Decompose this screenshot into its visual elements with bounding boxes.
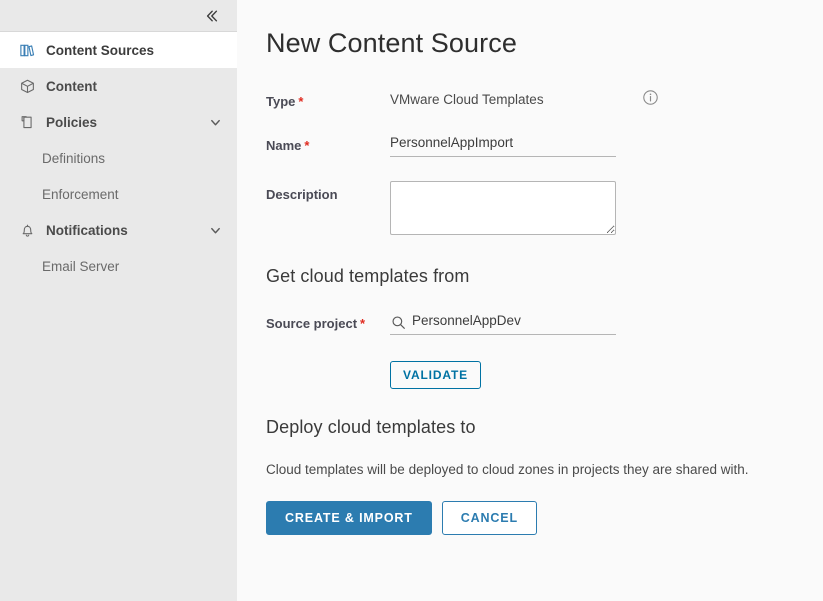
sidebar-item-label: Email Server	[42, 258, 120, 274]
sidebar-item-definitions[interactable]: Definitions	[0, 140, 237, 176]
cancel-button[interactable]: CANCEL	[441, 501, 537, 535]
name-input[interactable]	[390, 132, 616, 157]
chevron-double-left-icon[interactable]	[199, 3, 225, 29]
sidebar-header	[0, 0, 237, 32]
page-title: New Content Source	[266, 28, 517, 58]
new-content-source-form: Type * VMware Cloud Templates Name * Per…	[266, 88, 815, 535]
sidebar-nav: Content Sources Content Policies Definit…	[0, 32, 237, 284]
source-project-control	[390, 310, 815, 335]
section-heading-get-from: Get cloud templates from	[266, 266, 470, 286]
required-marker: *	[298, 94, 304, 109]
validate-button[interactable]: VALIDATE	[390, 361, 482, 389]
create-and-import-button[interactable]: CREATE & IMPORT	[266, 501, 432, 535]
form-actions: CREATE & IMPORT CANCEL	[266, 501, 815, 535]
cube-icon	[18, 77, 36, 95]
sidebar-item-label: Enforcement	[42, 186, 119, 202]
description-textarea[interactable]	[390, 181, 616, 235]
sidebar-item-label: Notifications	[46, 222, 128, 238]
chevron-down-icon[interactable]	[207, 114, 223, 130]
sidebar-item-label: Policies	[46, 114, 98, 130]
search-icon	[390, 314, 406, 330]
description-control	[390, 181, 815, 240]
info-circle-icon[interactable]	[642, 89, 659, 106]
type-value: VMware Cloud Templates	[390, 92, 544, 107]
library-icon	[18, 41, 36, 59]
app-root: Content Sources Content Policies Definit…	[0, 0, 823, 601]
deploy-helper-text: Cloud templates will be deployed to clou…	[266, 462, 749, 477]
sidebar-item-notifications[interactable]: Notifications	[0, 212, 237, 248]
field-row-name: Name *	[266, 132, 815, 157]
sidebar-item-label: Definitions	[42, 150, 106, 166]
policy-document-icon	[18, 113, 36, 131]
sidebar-item-policies[interactable]: Policies	[0, 104, 237, 140]
section-heading-deploy-to: Deploy cloud templates to	[266, 417, 476, 437]
chevron-down-icon[interactable]	[207, 222, 223, 238]
type-value-group: VMware Cloud Templates	[390, 88, 815, 107]
sidebar-item-content[interactable]: Content	[0, 68, 237, 104]
bell-icon	[18, 221, 36, 239]
validate-row: VALIDATE	[266, 361, 815, 389]
required-marker: *	[304, 138, 310, 153]
required-marker: *	[360, 316, 366, 331]
source-project-label: Source project *	[266, 316, 366, 331]
field-row-source-project: Source project *	[266, 310, 815, 335]
validate-spacer	[266, 361, 390, 366]
sidebar-item-label: Content	[46, 78, 97, 94]
name-label: Name *	[266, 138, 310, 153]
field-row-type: Type * VMware Cloud Templates	[266, 88, 815, 110]
main-content: New Content Source Type * VMware Cloud Te…	[237, 0, 823, 601]
field-row-description: Description	[266, 181, 815, 240]
sidebar-item-email-server[interactable]: Email Server	[0, 248, 237, 284]
validate-control: VALIDATE	[390, 361, 815, 389]
source-project-search-wrap[interactable]	[390, 310, 616, 335]
sidebar: Content Sources Content Policies Definit…	[0, 0, 237, 601]
description-label: Description	[266, 187, 338, 202]
sidebar-item-content-sources[interactable]: Content Sources	[0, 32, 237, 68]
source-project-input[interactable]	[412, 313, 616, 331]
sidebar-item-enforcement[interactable]: Enforcement	[0, 176, 237, 212]
sidebar-item-label: Content Sources	[46, 42, 155, 58]
type-label: Type *	[266, 94, 304, 109]
name-control	[390, 132, 815, 157]
